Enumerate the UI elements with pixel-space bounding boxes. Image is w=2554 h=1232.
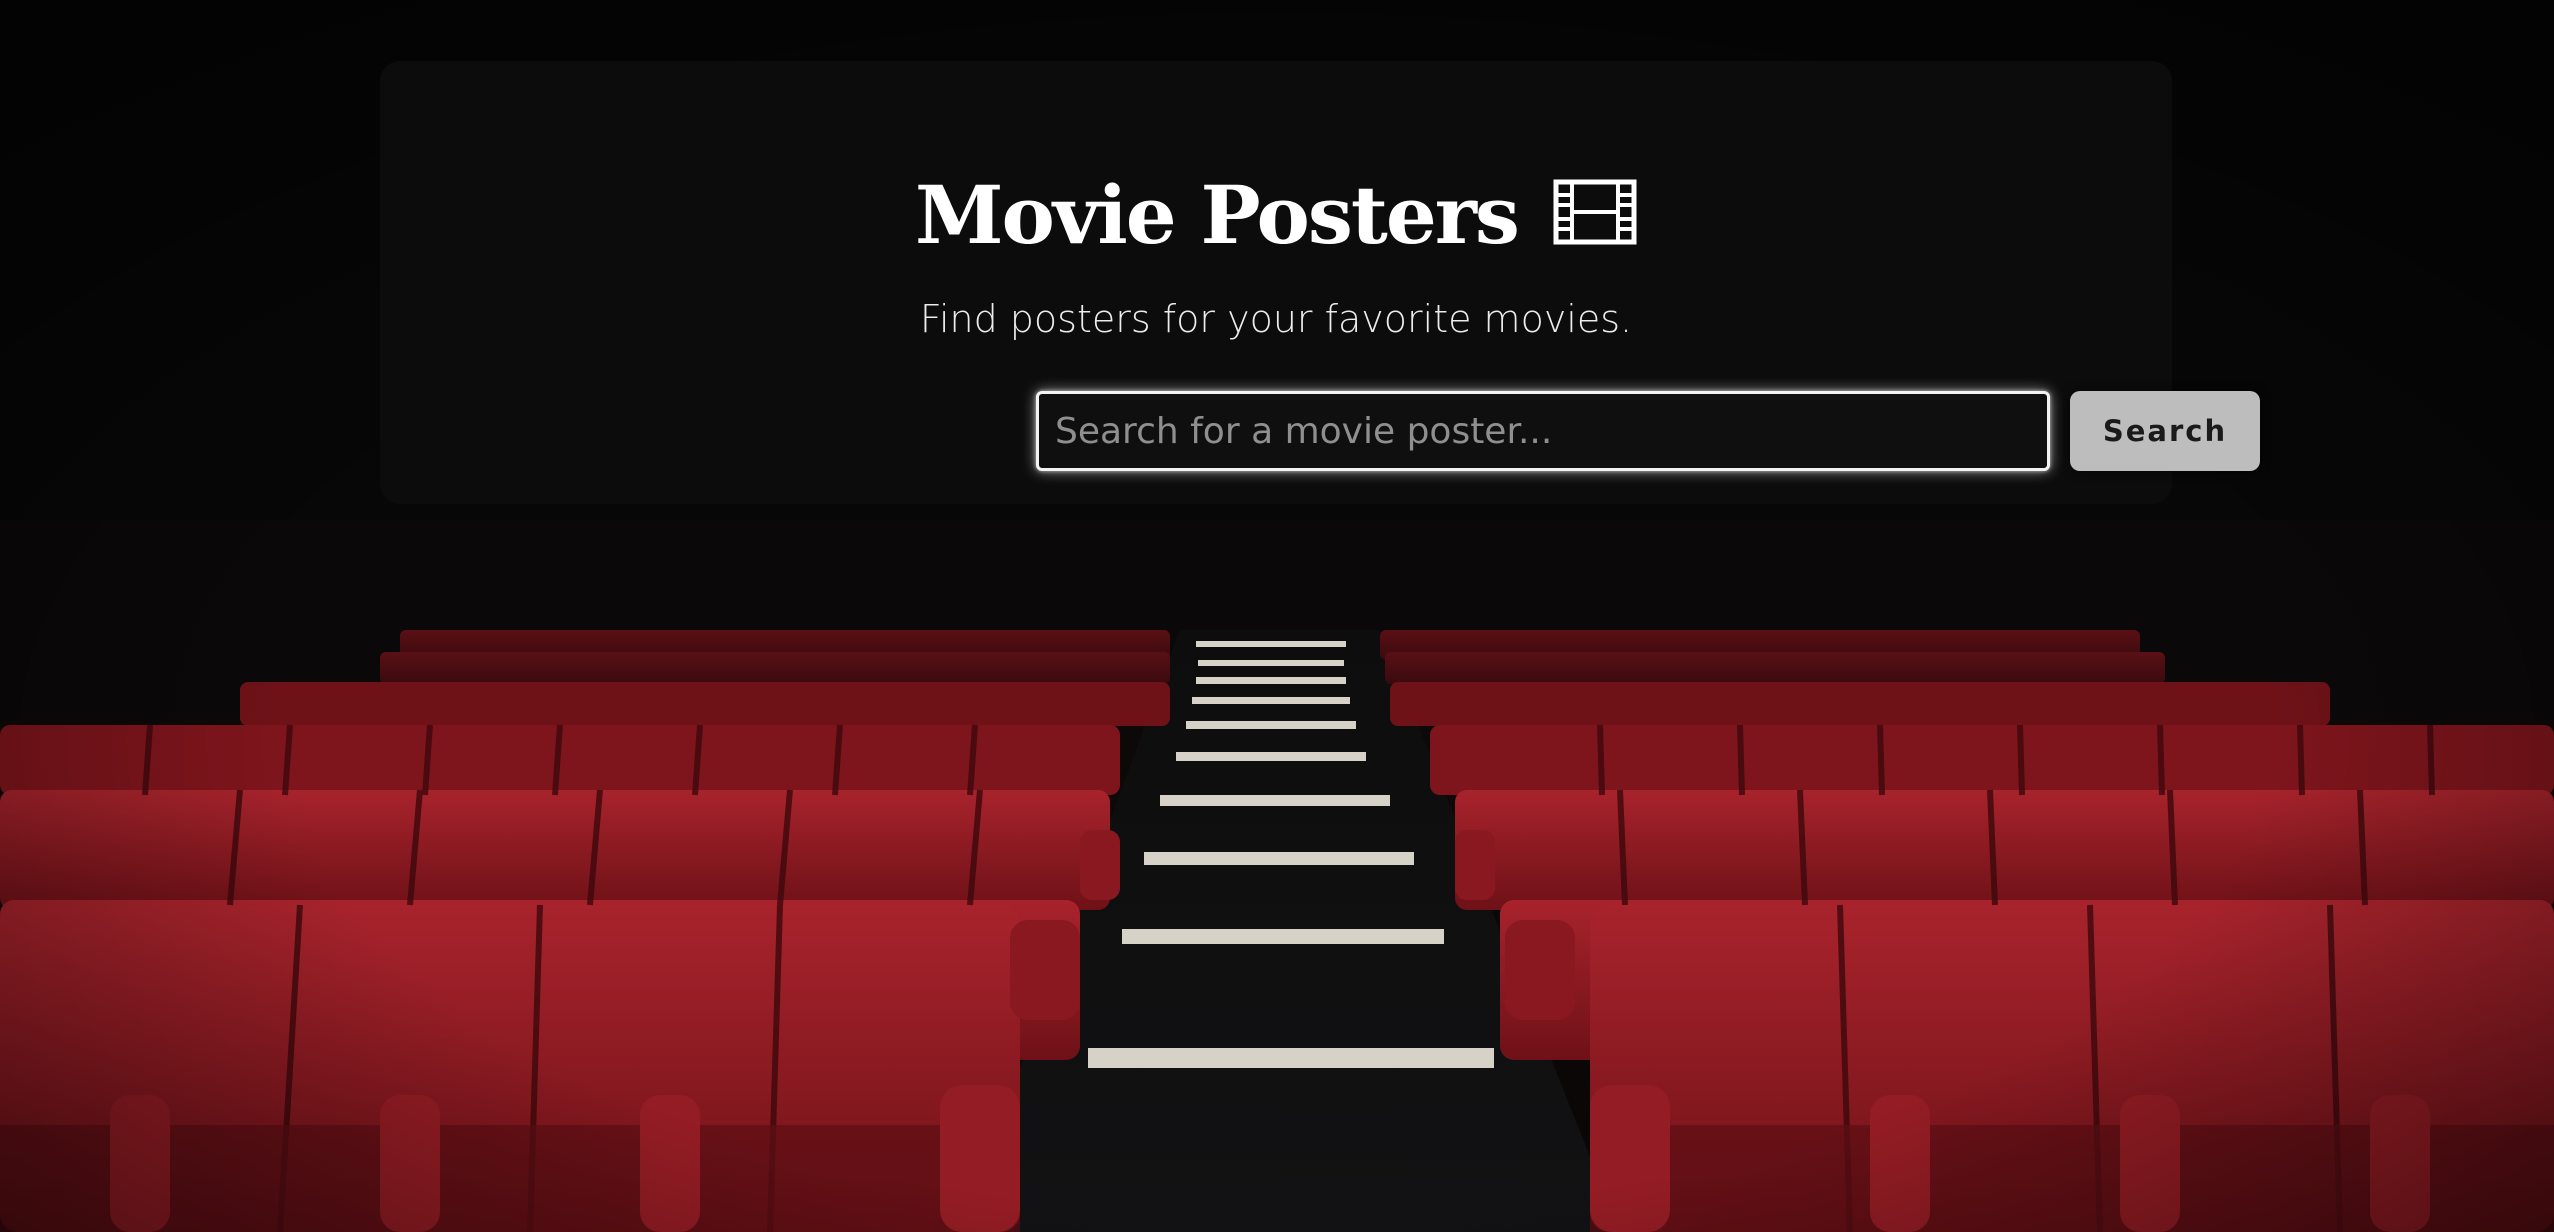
search-input[interactable]: [1036, 391, 2050, 471]
film-icon: [1553, 179, 1637, 245]
page-subtitle: Find posters for your favorite movies.: [919, 297, 1633, 341]
page-title: Movie Posters: [914, 168, 1520, 262]
hero-card: Movie Posters Find posters for your favo…: [380, 61, 2260, 504]
app-stage: Movie Posters Find posters for your favo…: [0, 0, 2554, 1232]
search-button[interactable]: Search: [2070, 391, 2260, 471]
title-row: Movie Posters: [380, 165, 2172, 265]
